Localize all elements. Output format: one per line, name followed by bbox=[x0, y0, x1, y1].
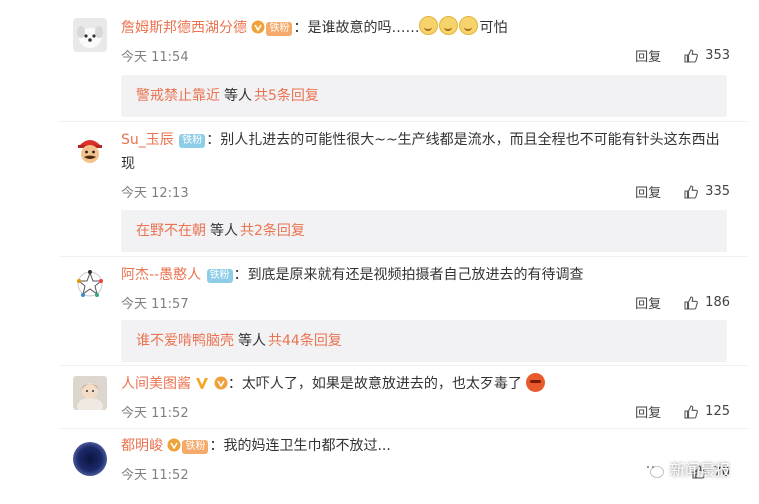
like-count: 335 bbox=[705, 184, 730, 199]
comment-text: 都明峻 铁粉 ：我的妈连卫生巾都不放过... bbox=[121, 436, 391, 454]
watermark: 新闻晨报 bbox=[642, 459, 730, 480]
comment-text: Su_玉辰 铁粉 ：别人扎进去的可能性很大~~生产线都是流水，而且全程也不可能有针… bbox=[121, 132, 720, 172]
timestamp: 今天 12:13 bbox=[121, 186, 189, 201]
timestamp: 今天 11:57 bbox=[121, 297, 189, 312]
wechat-icon bbox=[642, 461, 664, 478]
thumbs-up-icon bbox=[684, 48, 699, 63]
fan-badge: 铁粉 bbox=[182, 440, 209, 454]
fan-badge: 铁粉 bbox=[179, 134, 206, 148]
divider bbox=[59, 256, 748, 257]
reply-button[interactable]: 回复 bbox=[635, 293, 661, 312]
like-count: 186 bbox=[705, 295, 730, 310]
smile-emoji-icon bbox=[459, 16, 479, 35]
thumbs-up-icon bbox=[684, 184, 699, 199]
reply-author[interactable]: 谁不爱啃鸭脑壳 bbox=[136, 333, 234, 349]
reply-button[interactable]: 回复 bbox=[635, 182, 661, 201]
divider bbox=[59, 365, 748, 366]
username[interactable]: 都明峻 bbox=[121, 438, 163, 454]
username[interactable]: 詹姆斯邦德西湖分德 bbox=[121, 20, 247, 36]
vip-icon bbox=[167, 436, 181, 452]
angry-emoji-icon bbox=[526, 373, 546, 392]
username[interactable]: 阿杰--愚憨人 bbox=[121, 267, 201, 283]
thumbs-up-icon bbox=[684, 295, 699, 310]
comment-actions: 回复 353 bbox=[635, 46, 730, 65]
avatar[interactable] bbox=[73, 376, 107, 410]
vip-icon bbox=[214, 374, 228, 390]
like-count: 125 bbox=[705, 404, 730, 419]
comment-body: 是谁故意的吗…… bbox=[307, 20, 420, 36]
reply-button[interactable]: 回复 bbox=[635, 402, 661, 421]
reply-etc: 等人 bbox=[238, 333, 266, 349]
avatar[interactable] bbox=[73, 18, 107, 52]
comment-text: 人间美图酱 ：太吓人了，如果是故意放进去的，也太歹毒了 bbox=[121, 372, 728, 396]
like-button[interactable]: 335 bbox=[683, 184, 730, 200]
like-count: 353 bbox=[705, 48, 730, 63]
timestamp: 今天 11:52 bbox=[121, 468, 189, 483]
username[interactable]: 人间美图酱 bbox=[121, 376, 191, 392]
reply-etc: 等人 bbox=[210, 223, 238, 239]
thumbs-up-icon bbox=[684, 404, 699, 419]
reply-author[interactable]: 警戒禁止靠近 bbox=[136, 88, 220, 104]
comment-actions: 回复 186 bbox=[635, 293, 730, 312]
avatar[interactable] bbox=[73, 132, 107, 166]
divider bbox=[59, 121, 748, 122]
watermark-text: 新闻晨报 bbox=[669, 461, 730, 479]
avatar[interactable] bbox=[73, 267, 107, 301]
smile-emoji-icon bbox=[419, 16, 439, 35]
divider bbox=[59, 428, 748, 429]
reply-count-link[interactable]: 共2条回复 bbox=[240, 223, 305, 239]
username[interactable]: Su_玉辰 bbox=[121, 132, 174, 148]
comment-body: 太吓人了，如果是故意放进去的，也太歹毒了 bbox=[241, 376, 522, 392]
comment-text: 詹姆斯邦德西湖分德 铁粉 ：是谁故意的吗…… 可怕 bbox=[121, 16, 728, 40]
comment-text: 阿杰--愚憨人 铁粉 ：到底是原来就有还是视频拍摄者自己放进去的有待调查 bbox=[121, 267, 584, 283]
reply-count-link[interactable]: 共5条回复 bbox=[254, 88, 319, 104]
smile-emoji-icon bbox=[439, 16, 459, 35]
reply-author[interactable]: 在野不在朝 bbox=[136, 223, 206, 239]
like-button[interactable]: 353 bbox=[683, 48, 730, 64]
comment-actions: 回复 335 bbox=[635, 182, 730, 201]
fan-badge: 铁粉 bbox=[266, 22, 293, 36]
timestamp: 今天 11:54 bbox=[121, 50, 189, 65]
timestamp: 今天 11:52 bbox=[121, 406, 189, 421]
avatar[interactable] bbox=[73, 442, 107, 476]
vip-icon bbox=[251, 18, 265, 34]
vip-v-icon bbox=[195, 374, 209, 389]
replies-preview[interactable]: 在野不在朝 等人 共2条回复 bbox=[121, 210, 727, 252]
comment-body: 我的妈连卫生巾都不放过... bbox=[223, 438, 391, 454]
comment-list: 詹姆斯邦德西湖分德 铁粉 ：是谁故意的吗…… 可怕 今天 11:54 回复 353 … bbox=[59, 0, 748, 504]
replies-preview[interactable]: 警戒禁止靠近 等人 共5条回复 bbox=[121, 75, 727, 117]
comment-body: 到底是原来就有还是视频拍摄者自己放进去的有待调查 bbox=[247, 267, 584, 283]
replies-preview[interactable]: 谁不爱啃鸭脑壳 等人 共44条回复 bbox=[121, 320, 727, 362]
comment-body-tail: 可怕 bbox=[479, 20, 508, 36]
reply-button[interactable]: 回复 bbox=[635, 46, 661, 65]
like-button[interactable]: 125 bbox=[683, 404, 730, 420]
fan-badge: 铁粉 bbox=[206, 269, 233, 283]
reply-count-link[interactable]: 共44条回复 bbox=[268, 333, 342, 349]
reply-etc: 等人 bbox=[224, 88, 252, 104]
comment-body: 别人扎进去的可能性很大~~生产线都是流水，而且全程也不可能有针头这东西出现 bbox=[121, 132, 720, 172]
comment-actions: 回复 125 bbox=[635, 402, 730, 421]
like-button[interactable]: 186 bbox=[683, 295, 730, 311]
